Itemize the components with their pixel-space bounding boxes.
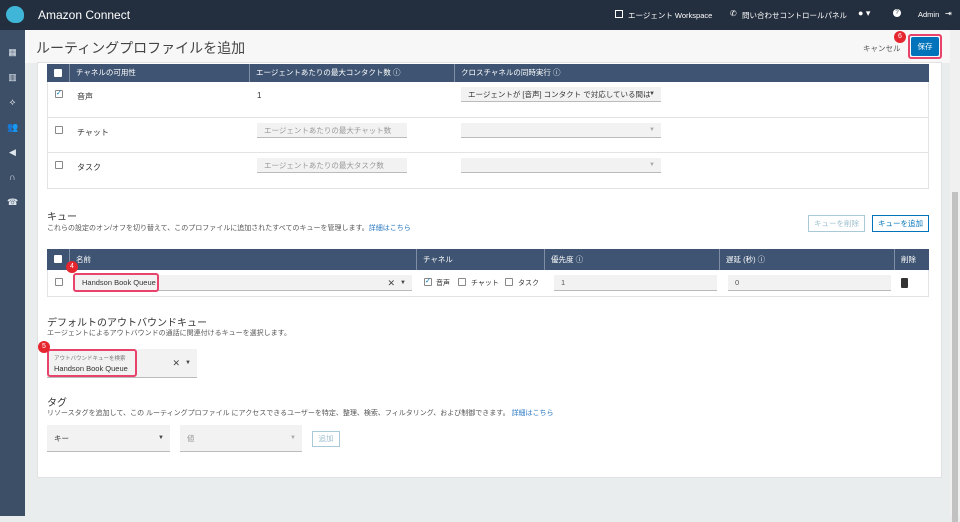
- learn-more-link[interactable]: 詳細はこちら: [369, 225, 411, 232]
- outbound-desc: エージェントによるアウトバウンドの通話に関連付けるキューを選択します。: [47, 330, 291, 337]
- task-checkbox[interactable]: [505, 278, 513, 286]
- col-channel: チャネル: [417, 249, 545, 270]
- cross-channel-select[interactable]: ▼: [461, 158, 661, 173]
- dashboard-icon[interactable]: ▦: [7, 47, 18, 58]
- channel-name: タスク: [77, 163, 101, 172]
- col-delay: 遅延 (秒) ⓘ: [720, 249, 895, 270]
- highlight-box: [908, 34, 942, 59]
- channel-row-voice: ✓ 音声 1 エージェントが [音声] コンタクト で対応している間は ▼: [47, 82, 929, 118]
- learn-more-link[interactable]: 詳細はこちら: [512, 410, 554, 417]
- campaign-icon[interactable]: ◀: [7, 147, 18, 158]
- title-bar: ルーティングプロファイルを追加 キャンセル 保存 6: [25, 30, 950, 63]
- tag-key-select[interactable]: キー ▼: [47, 425, 170, 452]
- highlight-box: [47, 349, 137, 377]
- help-icon[interactable]: ?: [893, 9, 901, 17]
- routing-icon[interactable]: ⟡: [7, 97, 18, 108]
- priority-input[interactable]: 1: [554, 275, 717, 291]
- users-icon[interactable]: 👥: [7, 122, 18, 133]
- col-channel: チャネルの可用性: [70, 64, 250, 82]
- task-checkbox[interactable]: [55, 161, 63, 169]
- task-label: タスク: [518, 280, 539, 287]
- phone-icon[interactable]: ☎: [7, 197, 18, 208]
- select-all-checkbox[interactable]: [54, 69, 62, 77]
- chat-checkbox[interactable]: [55, 126, 63, 134]
- queue-row: Handson Book Queue ✕ ▼ ✓ 音声 チャット タスク 1 0: [47, 270, 929, 297]
- channel-name: 音声: [77, 92, 93, 101]
- clear-icon: ✕: [172, 358, 180, 368]
- sidebar: ▦ ▥ ⟡ 👥 ◀ ∩ ☎: [0, 30, 25, 516]
- outbound-title: デフォルトのアウトバウンドキュー: [47, 318, 207, 329]
- logout-icon[interactable]: ⇥: [945, 9, 952, 18]
- ccp-link[interactable]: 問い合わせコントロールパネル: [742, 10, 847, 21]
- trash-icon[interactable]: [901, 278, 908, 288]
- top-bar: Amazon Connect エージェント Workspace ✆ 問い合わせコ…: [0, 0, 960, 30]
- dropdown-arrow-icon: ▼: [158, 435, 164, 441]
- tag-value-select[interactable]: 値 ▼: [180, 425, 302, 452]
- col-priority: 優先度 ⓘ: [545, 249, 720, 270]
- col-cross-channel: クロスチャネルの同時実行 ⓘ: [461, 68, 561, 77]
- calendar-icon: [615, 10, 623, 18]
- col-name: 名前: [70, 249, 417, 270]
- voice-label: 音声: [436, 280, 450, 287]
- add-tag-button[interactable]: 追加: [312, 431, 340, 447]
- voice-checkbox[interactable]: ✓: [55, 90, 63, 98]
- queues-desc: これらの設定のオン/オフを切り替えて、このプロファイルに追加されたすべてのキュー…: [47, 225, 411, 232]
- chat-checkbox[interactable]: [458, 278, 466, 286]
- queues-table-header: 名前 チャネル 優先度 ⓘ 遅延 (秒) ⓘ 削除: [47, 249, 929, 270]
- annotation-badge: 4: [66, 261, 78, 273]
- delay-input[interactable]: 0: [728, 275, 891, 291]
- cross-channel-select[interactable]: ▼: [461, 123, 661, 138]
- globe-icon[interactable]: ● ▾: [858, 8, 870, 19]
- scrollbar[interactable]: [950, 30, 960, 522]
- agent-workspace-link[interactable]: エージェント Workspace: [628, 10, 712, 21]
- phone-icon: ✆: [730, 9, 737, 18]
- max-chat-input[interactable]: エージェントあたりの最大チャット数: [257, 123, 407, 138]
- tags-desc: リソースタグを追加して、この ルーティングプロファイル にアクセスできるユーザー…: [47, 410, 554, 417]
- col-max-contacts: エージェントあたりの最大コンタクト数 ⓘ: [250, 64, 455, 82]
- annotation-badge: 5: [38, 341, 50, 353]
- dropdown-arrow-icon: ▼: [400, 280, 406, 286]
- headset-icon[interactable]: ∩: [7, 172, 18, 183]
- col-delete: 削除: [901, 255, 916, 264]
- channels-table-header: チャネルの可用性 エージェントあたりの最大コンタクト数 ⓘ クロスチャネルの同時…: [47, 64, 929, 82]
- cancel-button[interactable]: キャンセル: [863, 43, 901, 54]
- info-icon: ⓘ: [392, 68, 401, 77]
- analytics-icon[interactable]: ▥: [7, 72, 18, 83]
- channel-row-task: タスク エージェントあたりの最大タスク数 ▼: [47, 153, 929, 189]
- amazon-connect-logo-icon: [6, 6, 24, 23]
- annotation-badge: 6: [894, 31, 906, 43]
- queue-row-checkbox[interactable]: [55, 278, 63, 286]
- select-all-checkbox[interactable]: [54, 255, 62, 263]
- chat-label: チャット: [471, 280, 499, 287]
- info-icon: ⓘ: [553, 68, 561, 77]
- queues-title: キュー: [47, 212, 77, 223]
- user-name[interactable]: Admin: [918, 10, 939, 19]
- remove-queue-button[interactable]: キューを削除: [808, 215, 865, 232]
- dropdown-arrow-icon: ▼: [649, 91, 655, 97]
- channel-row-chat: チャット エージェントあたりの最大チャット数 ▼: [47, 118, 929, 153]
- dropdown-arrow-icon: ▼: [290, 435, 296, 441]
- max-task-input[interactable]: エージェントあたりの最大タスク数: [257, 158, 407, 173]
- clear-icon: ✕: [387, 278, 395, 288]
- voice-checkbox[interactable]: ✓: [424, 278, 432, 286]
- dropdown-arrow-icon: ▼: [185, 360, 191, 366]
- add-queue-button[interactable]: キューを追加: [872, 215, 929, 232]
- page-title: ルーティングプロファイルを追加: [36, 40, 246, 56]
- channel-name: チャット: [77, 128, 109, 137]
- tags-title: タグ: [47, 398, 67, 409]
- cross-channel-select[interactable]: エージェントが [音声] コンタクト で対応している間は ▼: [461, 87, 661, 102]
- max-contacts: 1: [257, 91, 262, 100]
- brand: Amazon Connect: [38, 8, 131, 22]
- highlight-box: [73, 273, 159, 292]
